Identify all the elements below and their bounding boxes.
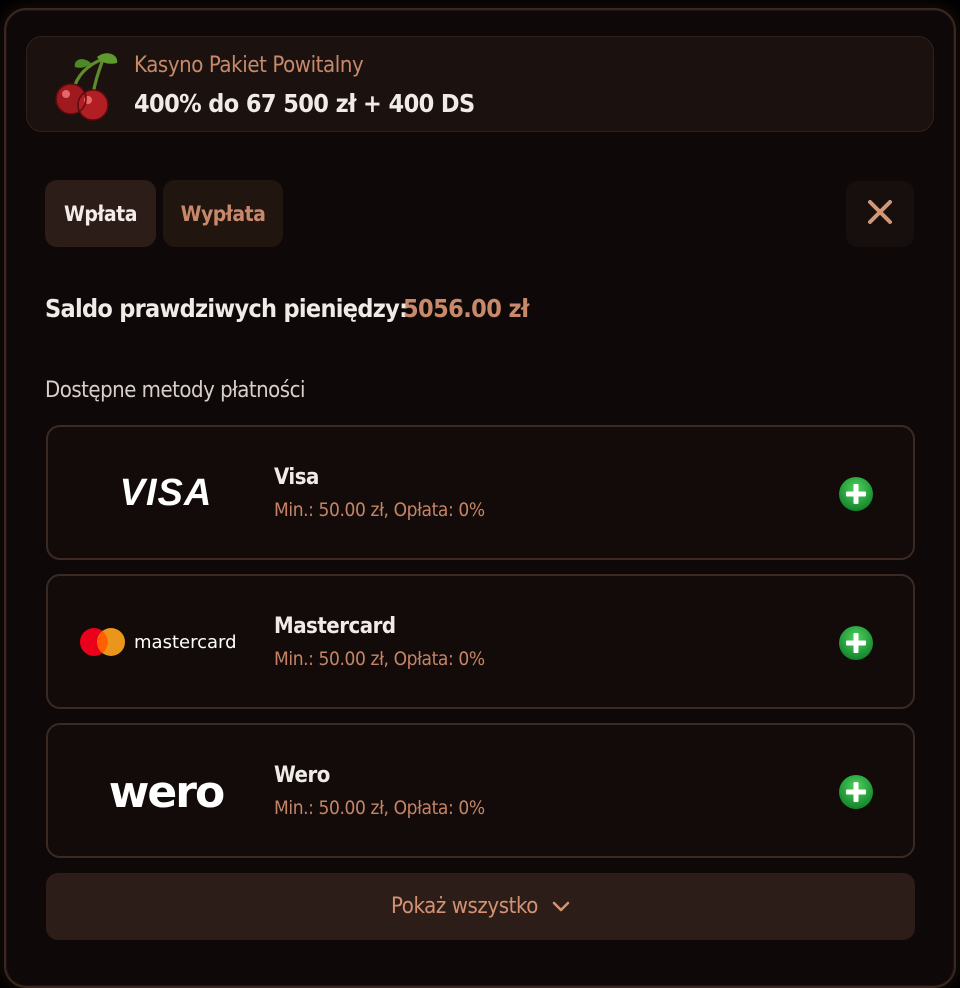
promo-title: 400% do 67 500 zł + 400 DS xyxy=(134,89,475,118)
tab-deposit[interactable]: Wpłata xyxy=(45,180,156,247)
show-all-button[interactable]: Pokaż wszystko xyxy=(46,873,915,940)
balance-value: 5056.00 zł xyxy=(403,294,529,323)
show-all-label: Pokaż wszystko xyxy=(391,894,538,919)
svg-text:wero: wero xyxy=(109,767,224,818)
balance-label: Saldo prawdziwych pieniędzy: xyxy=(45,294,408,323)
tab-withdrawal[interactable]: Wypłata xyxy=(163,180,283,247)
chevron-down-icon xyxy=(552,894,570,919)
svg-text:mastercard: mastercard xyxy=(134,632,237,653)
promo-subtitle: Kasyno Pakiet Powitalny xyxy=(134,53,364,78)
svg-text:VISA: VISA xyxy=(120,472,213,514)
wero-logo: wero xyxy=(78,753,253,828)
plus-icon[interactable] xyxy=(838,476,874,512)
payment-method-wero[interactable]: wero Wero Min.: 50.00 zł, Opłata: 0% xyxy=(46,723,915,858)
method-name: Mastercard xyxy=(274,614,396,639)
plus-icon[interactable] xyxy=(838,625,874,661)
visa-logo: VISA xyxy=(78,455,253,530)
method-limits: Min.: 50.00 zł, Opłata: 0% xyxy=(274,648,485,670)
method-name: Wero xyxy=(274,763,330,788)
welcome-package-banner[interactable]: Kasyno Pakiet Powitalny 400% do 67 500 z… xyxy=(26,36,934,132)
plus-icon[interactable] xyxy=(838,774,874,810)
payment-method-mastercard[interactable]: mastercard Mastercard Min.: 50.00 zł, Op… xyxy=(46,574,915,709)
close-icon xyxy=(866,198,894,230)
method-name: Visa xyxy=(274,465,319,490)
payment-methods-heading: Dostępne metody płatności xyxy=(45,378,306,403)
close-button[interactable] xyxy=(846,181,914,247)
method-limits: Min.: 50.00 zł, Opłata: 0% xyxy=(274,797,485,819)
cherries-icon xyxy=(51,51,121,121)
mastercard-logo: mastercard xyxy=(78,604,253,679)
payment-method-visa[interactable]: VISA Visa Min.: 50.00 zł, Opłata: 0% xyxy=(46,425,915,560)
method-limits: Min.: 50.00 zł, Opłata: 0% xyxy=(274,499,485,521)
